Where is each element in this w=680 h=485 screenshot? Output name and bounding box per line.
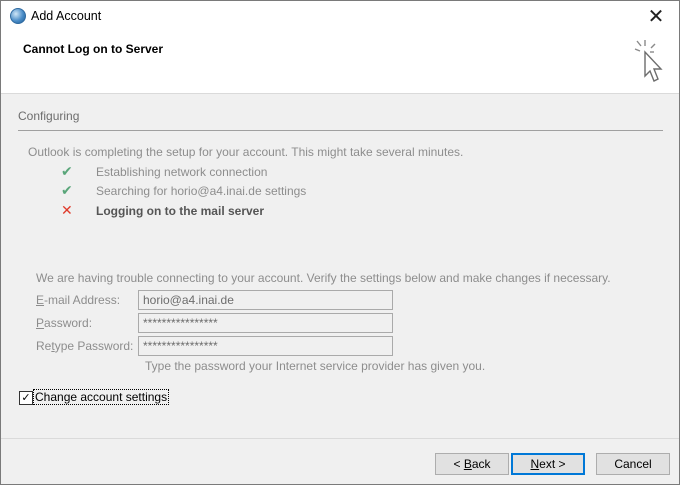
- close-button[interactable]: ✕: [633, 1, 679, 31]
- email-label: E-mail Address:: [36, 293, 121, 307]
- progress-intro: Outlook is completing the setup for your…: [28, 145, 464, 159]
- step-label: Establishing network connection: [96, 165, 268, 179]
- mouse-pointer-click-icon: [634, 40, 663, 82]
- change-settings-checkbox[interactable]: ✓: [19, 391, 33, 405]
- password-label: Password:: [36, 316, 93, 330]
- window-title: Add Account: [31, 9, 102, 23]
- retype-password-label: Retype Password:: [36, 339, 134, 353]
- footer-divider: [1, 438, 679, 439]
- cancel-button[interactable]: Cancel: [596, 453, 670, 475]
- header-title: Cannot Log on to Server: [23, 42, 164, 56]
- add-account-dialog: Add Account ✕ Cannot Log on to Server Co…: [0, 0, 680, 485]
- check-icon: ✔: [61, 183, 73, 199]
- change-settings-label[interactable]: Change account settings: [32, 389, 170, 405]
- password-field[interactable]: [138, 313, 393, 333]
- step-label: Searching for horio@a4.inai.de settings: [96, 184, 307, 198]
- title-bar: Add Account ✕: [1, 1, 679, 31]
- trouble-message: We are having trouble connecting to your…: [36, 271, 611, 285]
- section-title: Configuring: [18, 109, 80, 123]
- error-x-icon: ✕: [61, 203, 73, 219]
- step-label: Logging on to the mail server: [96, 204, 265, 218]
- back-button[interactable]: < Back: [435, 453, 509, 475]
- dialog-header: Cannot Log on to Server: [1, 31, 679, 94]
- password-hint: Type the password your Internet service …: [145, 359, 486, 373]
- next-button[interactable]: Next >: [511, 453, 585, 475]
- outlook-app-icon: [10, 8, 26, 24]
- retype-password-field[interactable]: [138, 336, 393, 356]
- check-icon: ✔: [61, 164, 73, 180]
- section-divider: [18, 130, 663, 131]
- email-field[interactable]: [138, 290, 393, 310]
